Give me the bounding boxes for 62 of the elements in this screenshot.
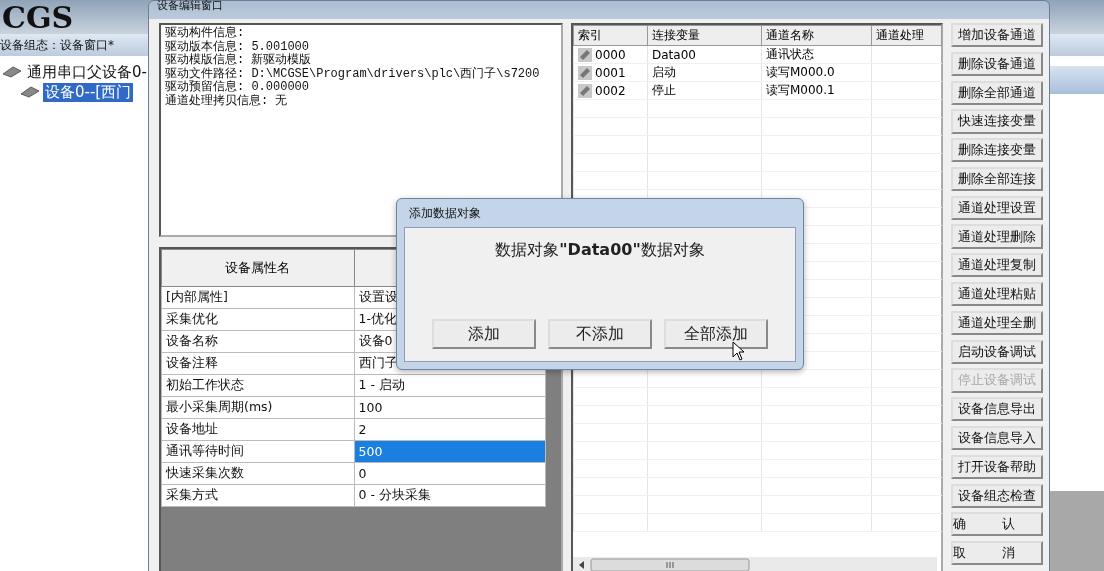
action-button[interactable]: 删除全部通道 [951,80,1043,105]
dialog-message: 数据对象"Data00"数据对象 [495,240,705,261]
dialog-button[interactable]: 全部添加 [664,319,768,349]
action-button[interactable]: 确认 [951,512,1043,537]
action-button[interactable]: 设备信息导出 [951,397,1043,422]
property-name: [内部属性] [161,286,354,309]
property-name: 快速采集次数 [161,462,354,485]
table-cell: 0001 [595,65,626,80]
action-button[interactable]: 快速连接变量 [951,109,1043,134]
device-icon [20,86,40,98]
action-button[interactable]: 通道处理全删 [951,310,1043,335]
chip-icon [578,47,592,62]
property-value[interactable]: 0 [354,462,546,485]
dialog-title: 添加数据对象 [408,204,482,222]
action-button[interactable]: 通道处理复制 [951,253,1043,278]
property-name: 设备名称 [161,330,354,353]
table-cell: 启动 [652,65,676,79]
dialog-button[interactable]: 不添加 [548,319,652,349]
tree-item[interactable]: 通用串口父设备0- [25,62,149,82]
action-button[interactable]: 打开设备帮助 [951,454,1043,479]
tree-item[interactable]: 设备0--[西门 [43,82,134,102]
property-value[interactable]: 100 [354,396,546,419]
table-cell: 读写M000.1 [766,83,835,97]
property-name: 最小采集周期(ms) [161,396,354,419]
property-name: 采集优化 [161,308,354,331]
table-cell: 读写M000.0 [766,65,835,79]
panel-header [1048,66,1104,94]
property-name: 设备地址 [161,418,354,441]
property-name: 通讯等待时间 [161,440,354,463]
cursor-icon [732,341,746,361]
action-button[interactable]: 通道处理粘贴 [951,282,1043,307]
column-header: 连接变量 [647,25,762,46]
property-value[interactable]: 0 - 分块采集 [354,484,546,507]
column-header: 设备属性名 [161,249,354,287]
dialog-button[interactable]: 添加 [432,319,536,349]
action-button[interactable]: 设备组态检查 [951,483,1043,508]
action-button[interactable]: 删除连接变量 [951,138,1043,163]
action-button[interactable]: 通道处理设置 [951,195,1043,220]
column-header: 通道名称 [761,25,872,46]
action-button[interactable]: 删除全部连接 [951,166,1043,192]
column-header: 通道处理 [871,25,942,46]
property-name: 采集方式 [161,484,354,507]
device-icon [2,66,22,78]
action-button[interactable]: 通道处理删除 [951,224,1043,249]
app-logo: CGS [2,2,74,34]
table-cell: 0002 [595,83,626,98]
action-button[interactable]: 启动设备调试 [951,339,1043,364]
action-button[interactable]: 设备信息导入 [951,425,1043,451]
action-button[interactable]: 取消 [951,541,1043,566]
horizontal-scrollbar[interactable] [573,557,937,571]
table-cell: 停止 [652,83,676,97]
property-name: 设备注释 [161,352,354,375]
column-header: 索引 [573,25,648,46]
property-value[interactable]: 500 [354,440,546,463]
property-value[interactable]: 2 [354,418,546,441]
property-name: 初始工作状态 [161,374,354,397]
chip-icon [578,65,592,80]
action-button[interactable]: 增加设备通道 [951,23,1043,48]
window-title: 设备编辑窗口 [157,1,223,11]
chip-icon [578,83,592,98]
property-value[interactable]: 1 - 启动 [354,374,546,397]
action-button[interactable]: 删除设备通道 [951,51,1043,76]
